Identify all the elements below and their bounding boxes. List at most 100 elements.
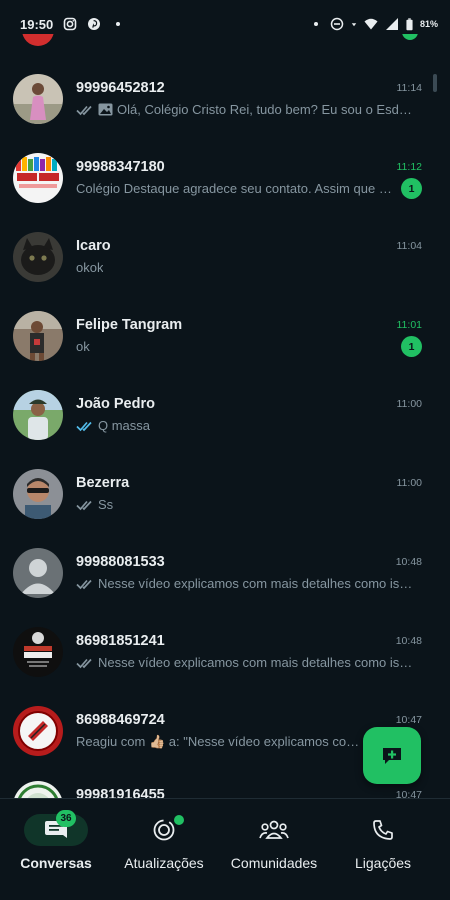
- chat-preview-text: Olá, Colégio Cristo Rei, tudo bem? Eu so…: [117, 102, 416, 117]
- chat-preview: Q massa: [76, 418, 416, 433]
- pinterest-icon: [88, 18, 101, 30]
- nav-icon-container: [242, 814, 306, 846]
- calls-icon: [373, 820, 393, 840]
- unread-count-badge: 36: [56, 810, 76, 827]
- chat-preview: okok: [76, 260, 416, 275]
- avatar[interactable]: [13, 74, 63, 124]
- avatar[interactable]: [13, 469, 63, 519]
- avatar[interactable]: [13, 232, 63, 282]
- chat-preview: ok: [76, 339, 394, 354]
- avatar: [22, 34, 54, 46]
- chat-preview: Nesse vídeo explicamos com mais detalhes…: [76, 655, 416, 670]
- nav-icon-container: [132, 814, 196, 846]
- battery-percentage: 81%: [419, 19, 438, 29]
- chat-preview: Nesse vídeo explicamos com mais detalhes…: [76, 576, 416, 591]
- nav-icon-container: 36: [24, 810, 88, 846]
- avatar[interactable]: [13, 627, 63, 677]
- nav-label: Comunidades: [230, 855, 318, 871]
- chat-time: 10:48: [395, 635, 422, 647]
- chat-name: 86981851241: [76, 633, 165, 649]
- communities-icon: [259, 820, 289, 839]
- chat-preview-text: Nesse vídeo explicamos com mais detalhes…: [98, 576, 416, 591]
- partial-chat-row-top: [0, 34, 450, 46]
- chat-row[interactable]: João Pedro 11:00 Q massa: [0, 375, 436, 454]
- default-avatar-icon: [13, 548, 63, 598]
- avatar[interactable]: [13, 153, 63, 203]
- new-chat-icon: [383, 747, 401, 764]
- chat-name: 99996452812: [76, 80, 165, 96]
- chat-preview-text: okok: [76, 260, 104, 275]
- nav-icon-container: [351, 814, 415, 846]
- signal-icon: [385, 18, 398, 30]
- nav-label: Conversas: [20, 855, 92, 871]
- chat-preview: Reagiu com 👍🏼 a: "Nesse vídeo explicamos…: [76, 734, 362, 750]
- chat-row[interactable]: Bezerra 11:00 Ss: [0, 454, 436, 533]
- chat-name: 99988347180: [76, 159, 165, 175]
- nav-tab-chats[interactable]: 36 Conversas: [0, 799, 112, 881]
- chat-name: 86988469724: [76, 712, 165, 728]
- nav-tab-updates[interactable]: Atualizações: [108, 799, 220, 881]
- chat-list: 99996452812 11:14 Olá, Colégio Cristo Re…: [0, 48, 436, 798]
- avatar[interactable]: [13, 706, 63, 756]
- chat-preview-text: Reagiu com 👍🏼 a: "Nesse vídeo explicamos…: [76, 734, 362, 749]
- chat-row[interactable]: 86981851241 10:48 Nesse vídeo explicamos…: [0, 612, 436, 691]
- avatar[interactable]: [13, 548, 63, 598]
- chat-preview: Olá, Colégio Cristo Rei, tudo bem? Eu so…: [76, 102, 416, 117]
- chat-row[interactable]: Icaro 11:04 okok: [0, 217, 436, 296]
- do-not-disturb-icon: [330, 17, 344, 31]
- chat-preview: Colégio Destaque agradece seu contato. A…: [76, 181, 394, 196]
- chat-preview-text: Ss: [98, 497, 114, 512]
- chat-preview-text: ok: [76, 339, 90, 354]
- chat-time: 11:14: [396, 82, 423, 94]
- chat-time: 11:00: [396, 398, 423, 410]
- chat-name: Icaro: [76, 238, 111, 254]
- updates-icon: [153, 819, 175, 841]
- nav-tab-communities[interactable]: Comunidades: [218, 799, 330, 881]
- nav-label: Ligações: [354, 855, 412, 871]
- chat-time: 11:01: [396, 319, 423, 331]
- unread-badge: [402, 34, 418, 40]
- unread-badge: 1: [401, 336, 422, 357]
- chat-row[interactable]: 99988347180 11:12 Colégio Destaque agrad…: [0, 138, 436, 217]
- status-time: 19:50: [20, 16, 54, 32]
- unread-badge: 1: [401, 178, 422, 199]
- photo-icon: [98, 103, 113, 116]
- chat-name: 99981916455: [76, 787, 165, 798]
- avatar[interactable]: [13, 390, 63, 440]
- instagram-icon: [63, 17, 77, 31]
- new-chat-button[interactable]: [363, 727, 421, 784]
- system-nav-bar: [0, 888, 450, 900]
- avatar[interactable]: [13, 781, 63, 798]
- dot-icon: [313, 22, 318, 26]
- nav-tab-calls[interactable]: Ligações: [327, 799, 439, 881]
- status-dot: [174, 815, 184, 825]
- chat-time: 11:12: [396, 161, 423, 173]
- double-check-read-icon: [76, 421, 92, 431]
- chat-preview: Ss: [76, 497, 416, 512]
- chat-time: 11:04: [396, 240, 423, 252]
- dot-icon: [116, 22, 121, 26]
- avatar[interactable]: [13, 311, 63, 361]
- chat-time: 10:47: [395, 789, 422, 798]
- chat-name: 99988081533: [76, 554, 165, 570]
- chat-time: 10:47: [395, 714, 422, 726]
- chat-row[interactable]: 99996452812 11:14 Olá, Colégio Cristo Re…: [0, 59, 436, 138]
- nav-label: Atualizações: [124, 855, 204, 871]
- wifi-icon: [364, 18, 378, 30]
- double-check-icon: [76, 579, 92, 589]
- bottom-nav: 36 Conversas Atualizações Comunidades Li…: [0, 798, 450, 888]
- chat-row[interactable]: Felipe Tangram 11:01 ok 1: [0, 296, 436, 375]
- data-arrow-icon: [351, 23, 357, 27]
- chat-preview-text: Colégio Destaque agradece seu contato. A…: [76, 181, 394, 196]
- double-check-icon: [76, 500, 92, 510]
- chat-time: 11:00: [396, 477, 423, 489]
- double-check-icon: [76, 105, 92, 115]
- chat-name: Felipe Tangram: [76, 317, 183, 333]
- chat-name: Bezerra: [76, 475, 130, 491]
- chat-time: 10:48: [395, 556, 422, 568]
- chat-name: João Pedro: [76, 396, 155, 412]
- chat-row[interactable]: 99988081533 10:48 Nesse vídeo explicamos…: [0, 533, 436, 612]
- chat-preview-text: Nesse vídeo explicamos com mais detalhes…: [98, 655, 416, 670]
- chat-preview-text: Q massa: [98, 418, 151, 433]
- double-check-icon: [76, 658, 92, 668]
